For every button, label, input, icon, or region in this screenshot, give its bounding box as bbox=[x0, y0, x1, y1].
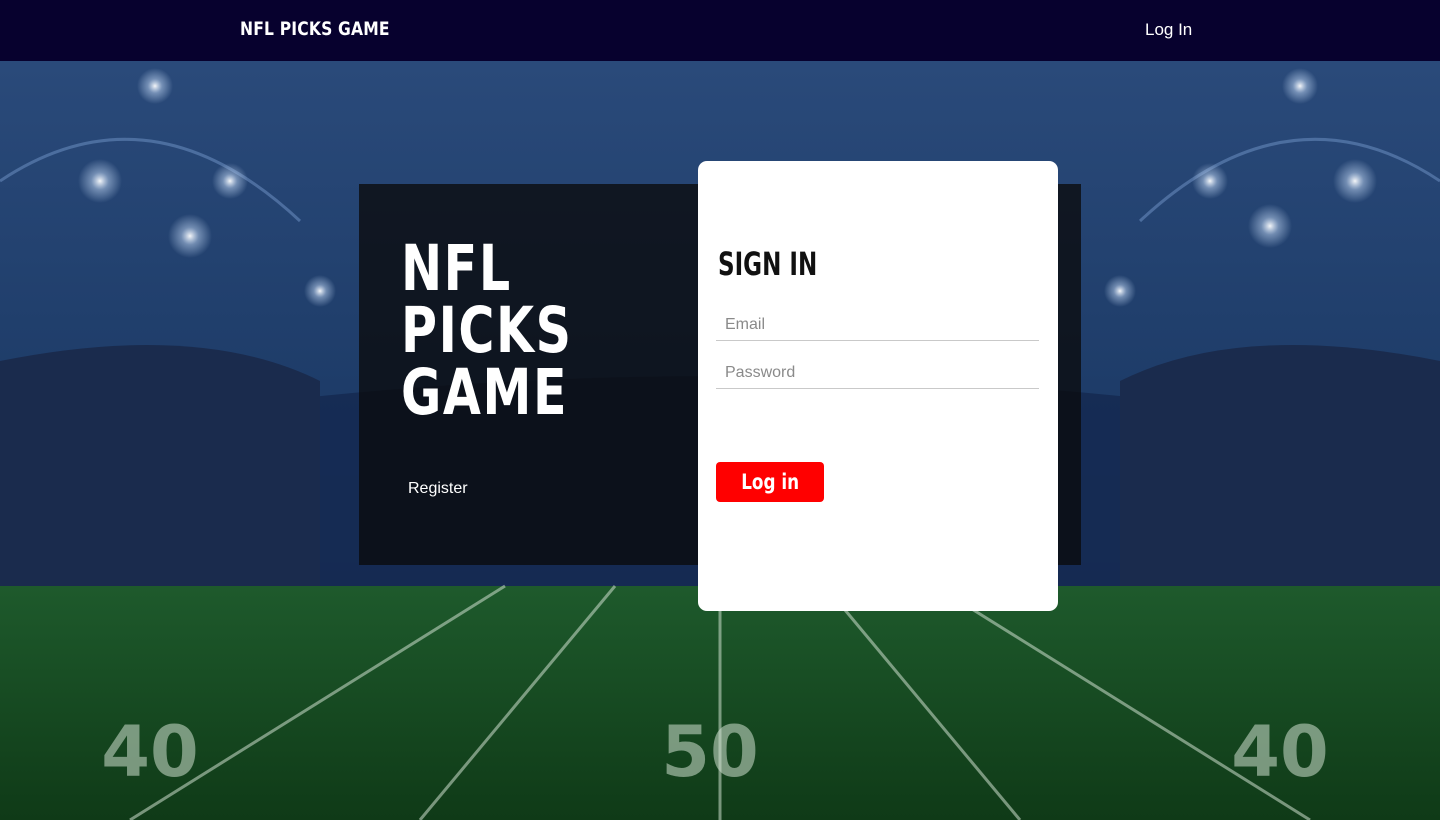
password-field[interactable] bbox=[716, 357, 1039, 389]
nav-login-link[interactable]: Log In bbox=[1145, 20, 1192, 40]
hero-title-line: NFL bbox=[401, 232, 512, 305]
email-field[interactable] bbox=[716, 309, 1039, 341]
field-number-right: 40 bbox=[1231, 711, 1328, 793]
hero-title-line: PICKS bbox=[401, 294, 573, 367]
login-button[interactable]: Log in bbox=[716, 462, 824, 502]
signin-card: SIGN IN Log in bbox=[698, 161, 1058, 611]
hero-title: NFL PICKS GAME bbox=[401, 232, 573, 429]
login-button-label: Log in bbox=[741, 470, 799, 494]
field-number-center: 50 bbox=[661, 711, 758, 793]
field-number-left: 40 bbox=[101, 711, 198, 793]
register-link[interactable]: Register bbox=[408, 480, 468, 498]
signin-title: SIGN IN bbox=[718, 245, 818, 283]
top-navbar: NFL PICKS GAME Log In bbox=[0, 0, 1440, 61]
brand-logo[interactable]: NFL PICKS GAME bbox=[240, 18, 390, 40]
hero-title-line: GAME bbox=[401, 356, 569, 429]
